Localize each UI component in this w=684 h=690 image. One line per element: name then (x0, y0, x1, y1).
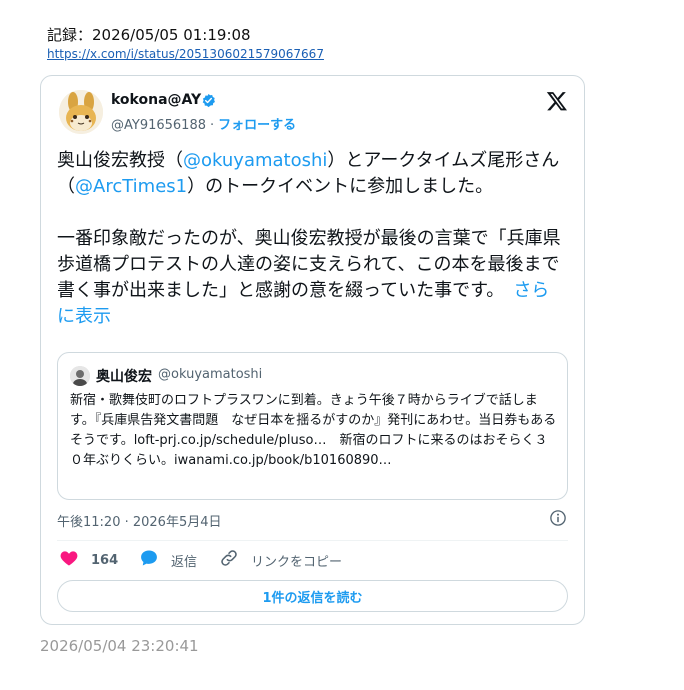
author-name[interactable]: kokona@AY (111, 92, 201, 108)
reply-label: 返信 (171, 554, 198, 570)
tweet-card: kokona@AY @AY91656188 · フォローする 奥山俊宏教授（@oku… (40, 75, 585, 625)
quoted-author-handle: @okuyamatoshi (158, 367, 263, 382)
heart-icon (59, 548, 91, 572)
follow-button[interactable]: フォローする (218, 118, 296, 133)
verified-badge-icon (201, 93, 216, 108)
reply-bubble-icon (139, 548, 171, 572)
footer-timestamp: 2026/05/04 23:20:41 (40, 637, 199, 655)
author-handle[interactable]: @AY91656188 (111, 118, 206, 133)
reply-button[interactable]: 返信 (139, 548, 197, 572)
tweet-paragraph-2: 一番印象敵だったのが、奥山俊宏教授が最後の言葉で「兵庫県歩道橋プロテストの人達の… (57, 226, 562, 330)
source-link[interactable]: https://x.com/i/status/20513060215790676… (47, 47, 324, 61)
quoted-tweet[interactable]: 奥山俊宏 @okuyamatoshi 新宿・歌舞伎町のロフトプラスワンに到着。き… (57, 352, 568, 500)
quoted-tweet-text-body: 新宿・歌舞伎町のロフトプラスワンに到着。きょう午後７時からライブで話します。『兵… (70, 393, 557, 468)
divider (57, 540, 568, 541)
x-logo-icon[interactable] (546, 90, 568, 112)
quoted-author-avatar (70, 366, 90, 386)
tweet-timestamp[interactable]: 午後11:20 · 2026年5月4日 (57, 511, 222, 530)
quoted-tweet-text: 新宿・歌舞伎町のロフトプラスワンに到着。きょう午後７時からライブで話します。『兵… (70, 391, 560, 471)
quoted-author-name: 奥山俊宏 (96, 369, 152, 385)
record-timestamp: 記録：2026/05/05 01:19:08 (47, 26, 251, 44)
tweet-text-segment: 奥山俊宏教授（ (57, 150, 183, 171)
info-icon[interactable] (549, 509, 567, 527)
mention-link-okuyamatoshi[interactable]: @okuyamatoshi (183, 150, 327, 171)
copy-link-button[interactable]: リンクをコピー (219, 548, 342, 572)
read-replies-label: 1件の返信を読む (262, 590, 363, 606)
tweet-paragraph-1: 奥山俊宏教授（@okuyamatoshi）とアークタイムズ尾形さん（@ArcTi… (57, 148, 562, 200)
copy-link-label: リンクをコピー (251, 554, 343, 570)
tweet-text: 奥山俊宏教授（@okuyamatoshi）とアークタイムズ尾形さん（@ArcTi… (57, 148, 562, 330)
author-handle-row: @AY91656188 · フォローする (111, 114, 296, 133)
like-button[interactable]: 164 (59, 548, 118, 572)
like-count: 164 (91, 552, 119, 568)
read-replies-button[interactable]: 1件の返信を読む (57, 580, 568, 612)
author-avatar[interactable] (59, 90, 103, 134)
mention-link-arctimes1[interactable]: @ArcTimes1 (75, 176, 187, 197)
handle-separator: · (210, 118, 215, 133)
tweet-text-segment: 一番印象敵だったのが、奥山俊宏教授が最後の言葉で「兵庫県歩道橋プロテストの人達の… (57, 228, 561, 301)
tweet-text-segment: ）のトークイベントに参加しました。 (187, 176, 494, 197)
link-icon (219, 548, 251, 572)
